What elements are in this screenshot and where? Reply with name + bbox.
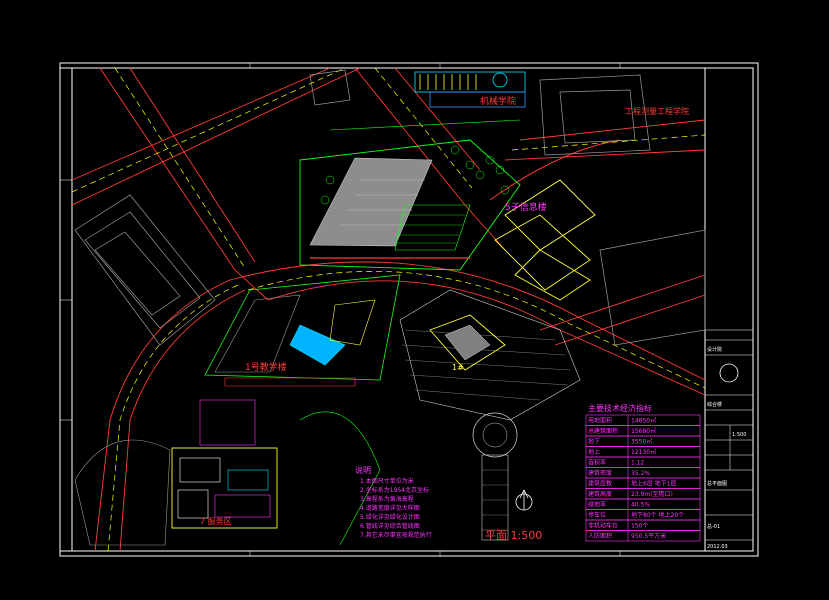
southwest-building-label: 7 服务区	[200, 516, 232, 526]
notes-line: 5.绿化详见绿化设计图	[360, 513, 420, 521]
econ-table-value: 3550㎡	[631, 438, 652, 446]
econ-table-value: 地下80个 地上20个	[631, 511, 684, 519]
econ-table-label: 容积率	[588, 459, 606, 467]
econ-table-label: 用地面积	[588, 417, 612, 425]
plan-scale-label: 平面 1:500	[485, 529, 542, 542]
econ-table-label: 地下	[588, 438, 600, 446]
notes-line: 6.管线详见综合管线图	[360, 522, 420, 530]
econ-table-value: 40.5%	[631, 502, 650, 509]
econ-table-label: 建筑层数	[588, 480, 612, 488]
east-building-label: 5子信息楼	[505, 201, 547, 213]
econ-table-label: 建筑密度	[588, 469, 612, 477]
notes-line: 3.高程系为黄海高程	[360, 495, 414, 503]
title-block-drawing-name: 总平面图	[707, 480, 727, 487]
econ-table-value: 23.9m(至檐口)	[631, 490, 673, 498]
east-top-building-label: 工程测量工程学院	[625, 106, 689, 116]
econ-table-value: 12130㎡	[631, 448, 656, 456]
notes-line: 7.其它未尽事宜按规范执行	[360, 531, 432, 539]
notes-title: 说明	[355, 465, 371, 475]
econ-table-value: 15680㎡	[631, 427, 656, 435]
title-block-scale: 1:500	[732, 432, 746, 438]
title-block-drawing-no: 总-01	[707, 523, 720, 530]
west-building-label: 1号教学楼	[245, 361, 287, 373]
econ-table-value: 35.2%	[631, 470, 650, 477]
title-block-date: 2012.03	[707, 544, 728, 550]
econ-table-label: 建筑高度	[588, 490, 612, 498]
north-building-label: 机械学院	[480, 95, 516, 107]
title-block-project: 综合楼	[707, 401, 722, 408]
econ-table-value: 150个	[631, 523, 648, 530]
notes-line: 2.坐标系为1954北京坐标	[360, 486, 429, 494]
econ-table-label: 绿地率	[588, 501, 606, 509]
econ-table-label: 总建筑面积	[588, 427, 618, 435]
econ-table-value: 950.5平方米	[631, 532, 666, 540]
econ-table-label: 非机动车位	[588, 522, 618, 530]
econ-table-value: 1.12	[631, 460, 645, 467]
notes-line: 1.本图尺寸单位为米	[360, 477, 414, 485]
econ-table-label: 停车位	[588, 511, 606, 519]
title-block-company: 设计院	[707, 346, 722, 353]
econ-table-title: 主要技术经济指标	[588, 403, 652, 413]
notes-line: 4.道路宽度详见大样图	[360, 504, 420, 512]
econ-table-label: 地上	[588, 448, 600, 456]
econ-table-value: 14850㎡	[631, 417, 656, 425]
cad-site-plan: 机械学院 工程测量工程学院 5子信息楼 1号教学楼 1# 7 服务区 平面 1:…	[0, 0, 829, 600]
econ-table-value: 地上6层 地下1层	[631, 480, 677, 488]
econ-table-label: 人防面积	[588, 532, 612, 540]
central-building-label: 1#	[452, 363, 464, 372]
